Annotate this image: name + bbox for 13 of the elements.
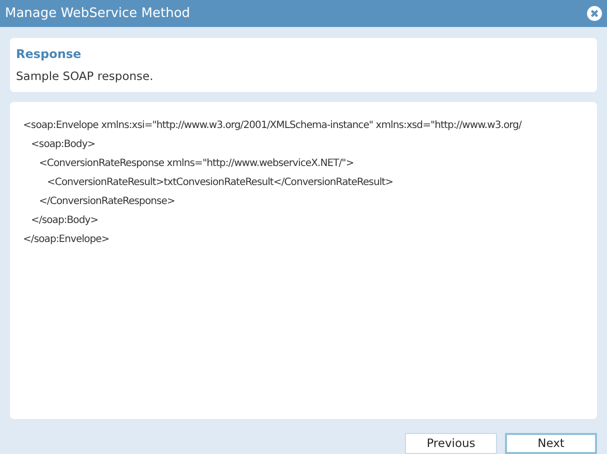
code-line: </ConversionRateResponse> — [39, 195, 176, 210]
nav-button[interactable]: Previous — [405, 433, 497, 454]
code-line: <ConversionRateResult>txtConvesionRateResult</ConversionRateResult> — [47, 176, 394, 190]
close-icon[interactable] — [587, 6, 602, 21]
code-line: </soap:Body> — [31, 214, 100, 228]
code-line: <soap:Body> — [31, 138, 96, 152]
code-line: </soap:Envelope> — [23, 233, 110, 248]
code-line: <ConversionRateResponse xmlns="http://www.webserviceX.NET/"> — [39, 157, 355, 172]
section-title: Response — [16, 46, 82, 63]
code-line: <soap:Envelope xmlns:xsi="http://www.w3.org/2001/XMLSchema-instance" xmlns:xsd="http://www.w3.org/ — [23, 119, 523, 134]
window-title: Manage WebService Method — [5, 4, 190, 23]
nav-button[interactable]: Next — [505, 433, 597, 454]
section-description: Sample SOAP response. — [16, 68, 154, 85]
